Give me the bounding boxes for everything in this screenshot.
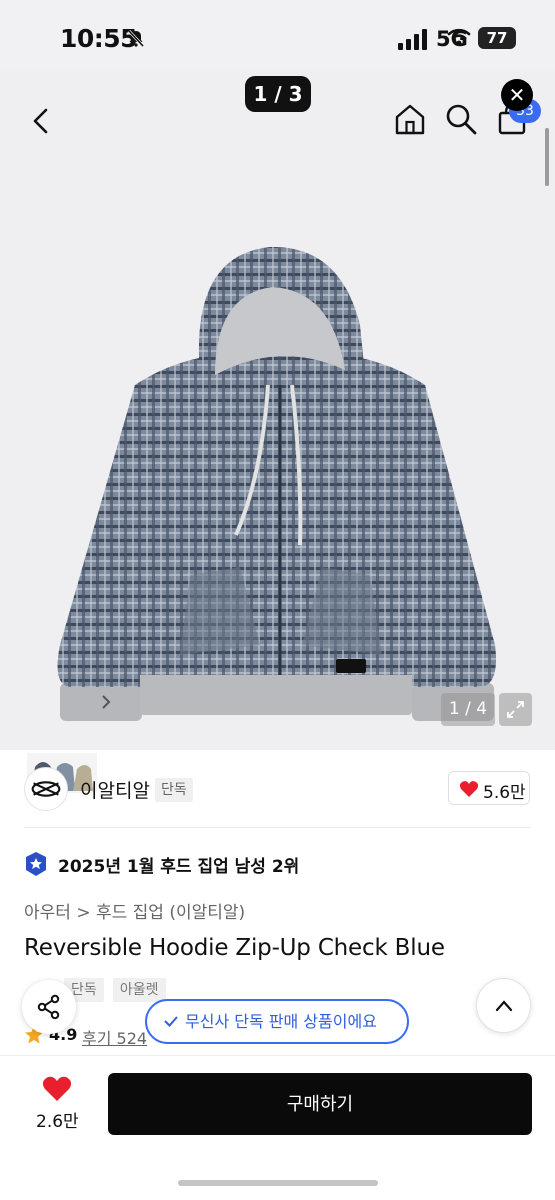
buy-button[interactable]: 구매하기 <box>108 1073 532 1135</box>
status-bar: 10:55 5G 77 <box>0 0 555 70</box>
brand-logo[interactable] <box>24 767 68 811</box>
share-button[interactable] <box>22 980 76 1034</box>
chevron-right-icon[interactable] <box>98 692 114 712</box>
ranking-text[interactable]: 2025년 1월 후드 집업 남성 2위 <box>58 852 299 877</box>
ranking-badge-icon <box>26 852 46 876</box>
divider <box>24 827 531 828</box>
battery-level: 77 <box>478 27 516 49</box>
brand-like-button[interactable]: 5.6만 <box>448 771 530 805</box>
bell-muted-icon <box>127 29 145 48</box>
exclusive-badge: 단독 <box>155 778 193 802</box>
product-image <box>57 246 497 721</box>
close-icon[interactable]: ✕ <box>501 79 533 111</box>
home-indicator[interactable] <box>178 1180 378 1186</box>
expand-icon[interactable] <box>499 693 532 726</box>
category-breadcrumb[interactable]: 아우터 > 후드 집업 (이알티알) <box>24 898 245 923</box>
toast-text: 무신사 단독 판매 상품이에요 <box>185 1012 377 1031</box>
heart-icon <box>459 781 479 797</box>
home-icon[interactable] <box>393 102 427 136</box>
product-like-count: 2.6만 <box>36 1112 79 1132</box>
cellular-signal-icon <box>398 29 427 50</box>
screenshot-page-indicator: 1 / 3 <box>245 76 311 112</box>
brand-like-count: 5.6만 <box>483 783 526 803</box>
scroll-to-top-button[interactable] <box>476 978 531 1033</box>
heart-icon[interactable] <box>42 1075 72 1102</box>
exclusive-sale-toast: 무신사 단독 판매 상품이에요 <box>145 999 409 1044</box>
check-icon <box>164 1016 178 1027</box>
image-counter: 1 / 4 <box>441 693 495 726</box>
chevron-right-icon[interactable]: › <box>290 854 297 874</box>
share-icon <box>37 994 60 1020</box>
product-detail-screen: 10:55 5G 77 1 / 4 1 / 3 33 ✕ 이알티알 단독 5.6… <box>0 0 555 1200</box>
chevron-up-icon <box>495 1000 513 1012</box>
back-arrow-icon[interactable] <box>24 104 58 138</box>
scrollbar[interactable] <box>545 128 549 186</box>
product-image-gallery[interactable]: 1 / 4 <box>0 70 555 796</box>
product-title: Reversible Hoodie Zip-Up Check Blue <box>24 935 445 961</box>
search-icon[interactable] <box>444 102 478 136</box>
tag-outlet: 아울렛 <box>112 978 166 1002</box>
brand-name[interactable]: 이알티알 <box>80 776 150 803</box>
review-count-link[interactable]: 후기 524 <box>82 1025 147 1049</box>
wifi-icon <box>447 28 471 46</box>
